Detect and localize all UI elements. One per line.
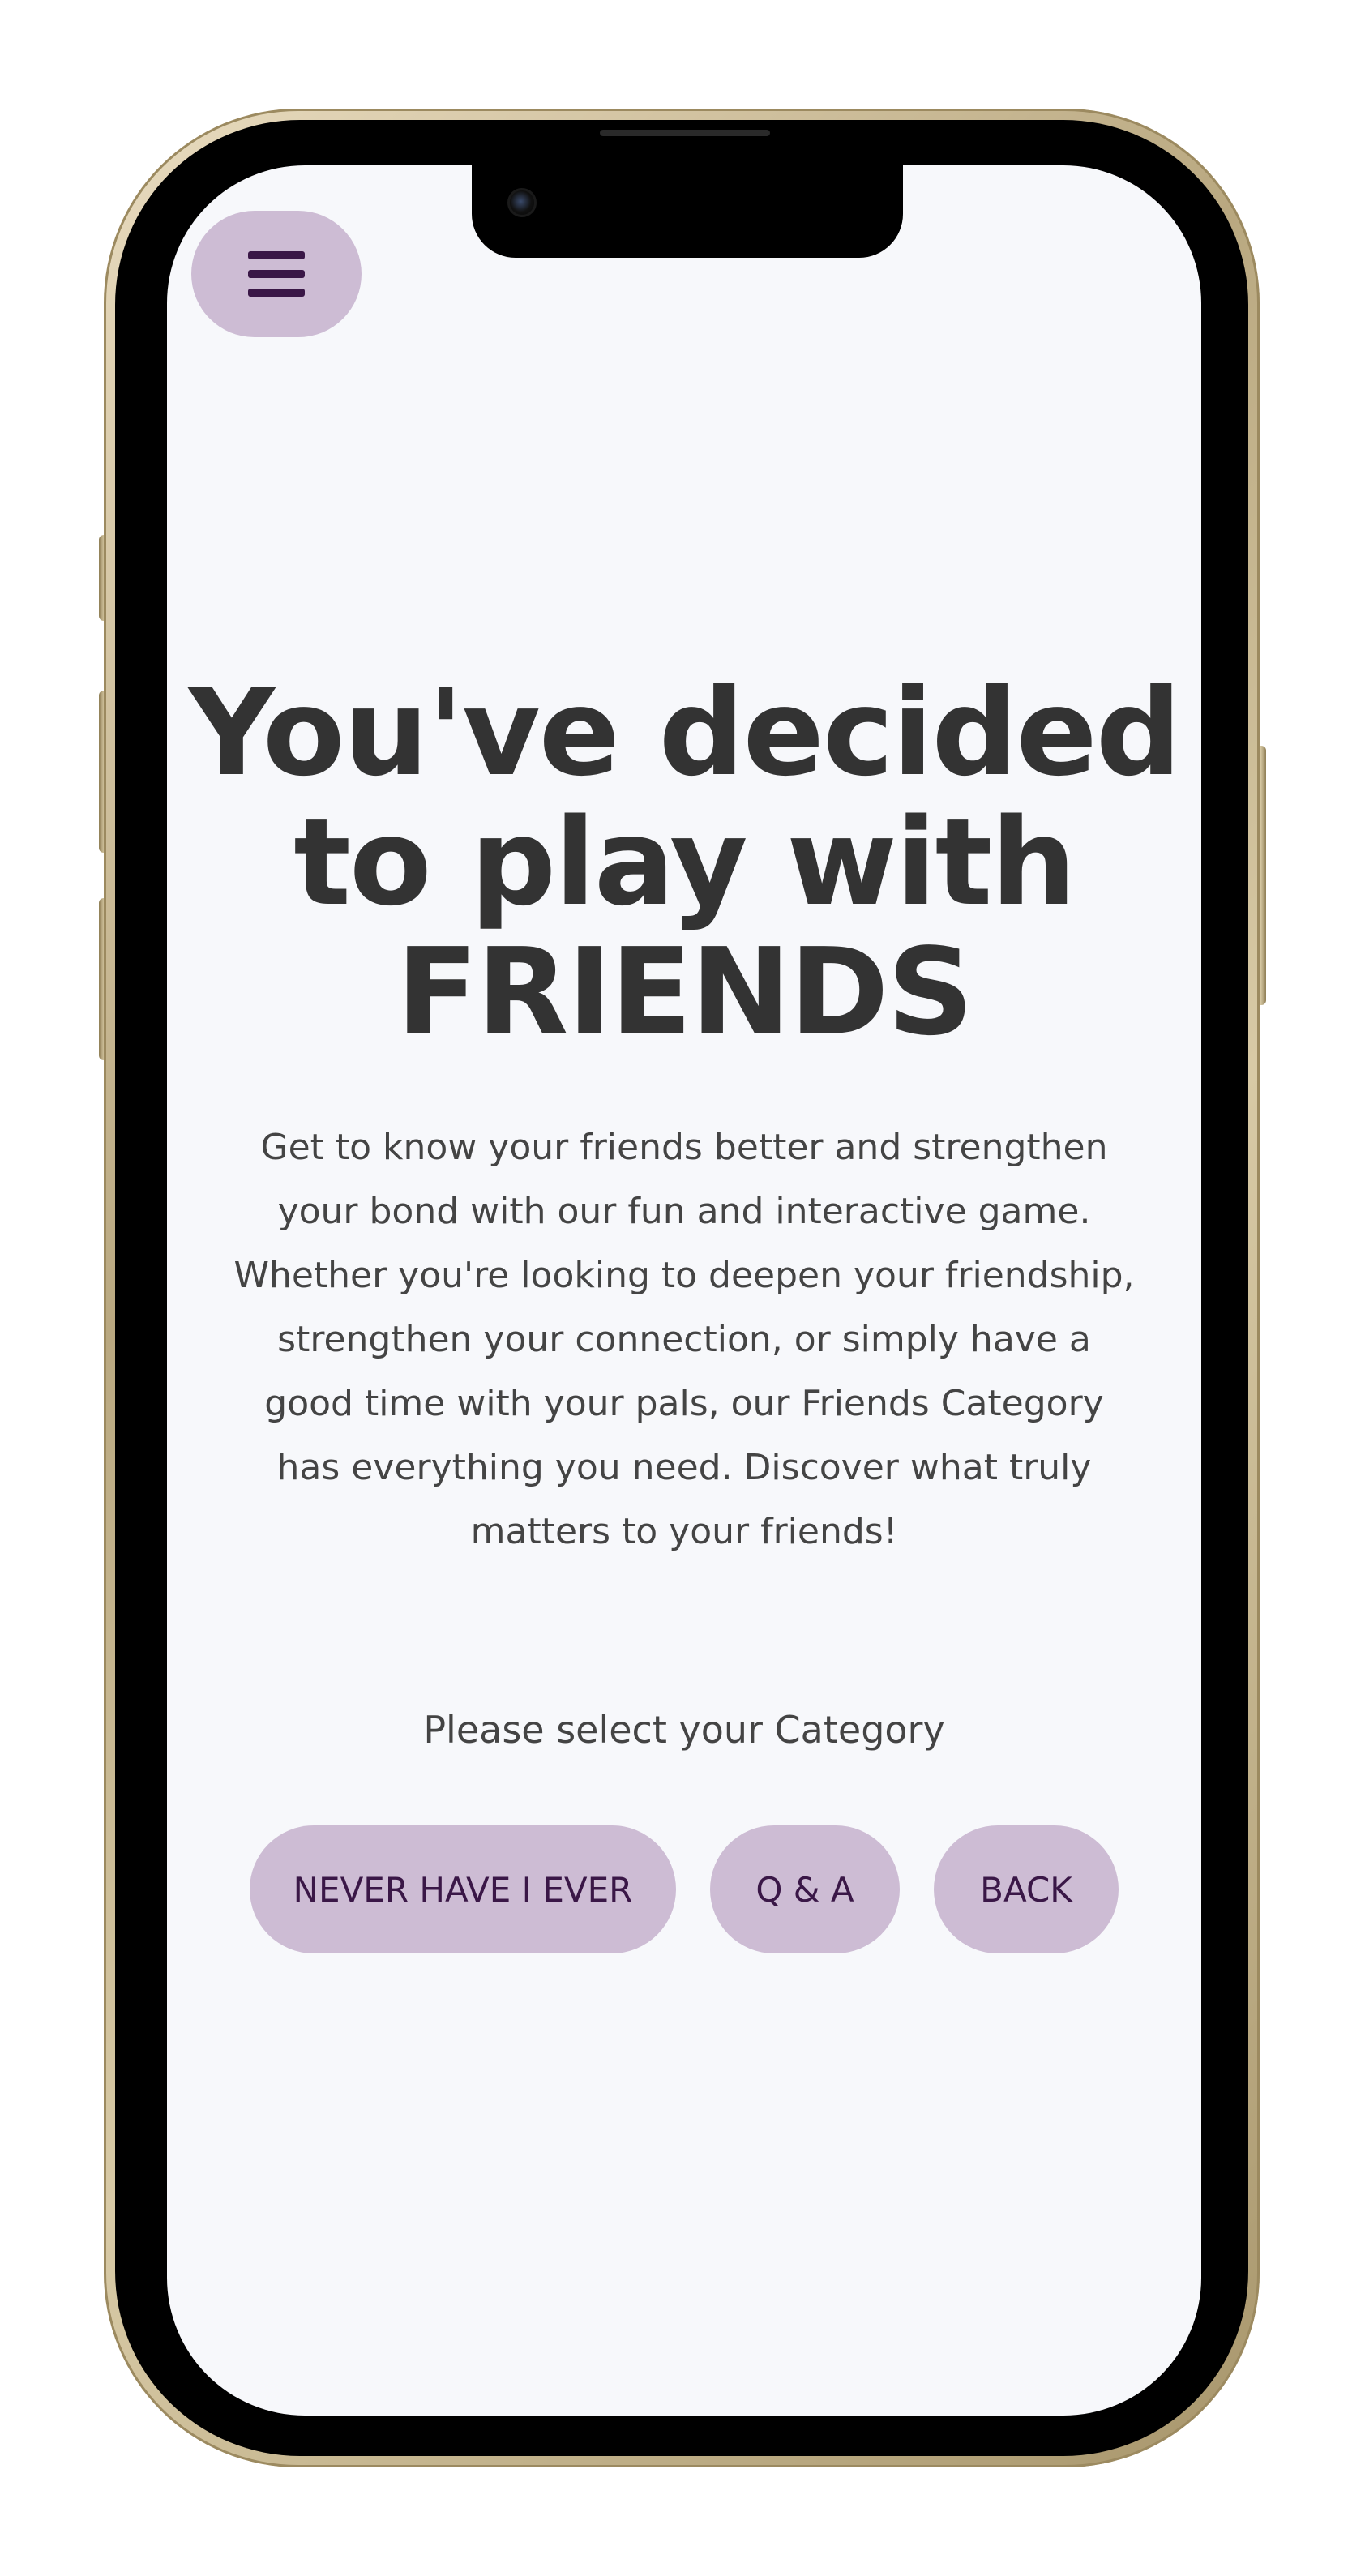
page-title-line: to play with — [293, 793, 1076, 932]
phone-notch — [472, 159, 903, 258]
back-button[interactable]: BACK — [934, 1825, 1119, 1953]
phone-speaker — [600, 130, 770, 136]
never-have-i-ever-button[interactable]: NEVER HAVE I EVER — [250, 1825, 676, 1953]
description-line: your bond with our fun and interactive g… — [277, 1191, 1091, 1232]
category-button-row: NEVER HAVE I EVER Q & A BACK — [167, 1825, 1201, 1953]
category-prompt: Please select your Category — [423, 1708, 945, 1752]
description-line: strengthen your connection, or simply ha… — [277, 1319, 1091, 1360]
description-line: has everything you need. Discover what t… — [276, 1447, 1092, 1488]
q-and-a-button[interactable]: Q & A — [710, 1825, 900, 1953]
description-line: matters to your friends! — [470, 1511, 898, 1552]
menu-button[interactable] — [191, 211, 362, 337]
app-screen: You've decided to play with FRIENDS Get … — [167, 165, 1201, 2416]
category-description: Get to know your friends better and stre… — [199, 1115, 1169, 1564]
description-line: Get to know your friends better and stre… — [260, 1127, 1108, 1168]
description-line: good time with your pals, our Friends Ca… — [264, 1383, 1104, 1424]
page-title-line: FRIENDS — [396, 922, 974, 1062]
description-line: Whether you're looking to deepen your fr… — [233, 1255, 1135, 1296]
page: You've decided to play with FRIENDS Get … — [0, 0, 1365, 2576]
page-title: You've decided to play with FRIENDS — [183, 668, 1185, 1057]
hamburger-menu-icon — [248, 251, 305, 297]
front-camera-icon — [507, 188, 537, 217]
page-title-line: You've decided — [188, 663, 1181, 802]
